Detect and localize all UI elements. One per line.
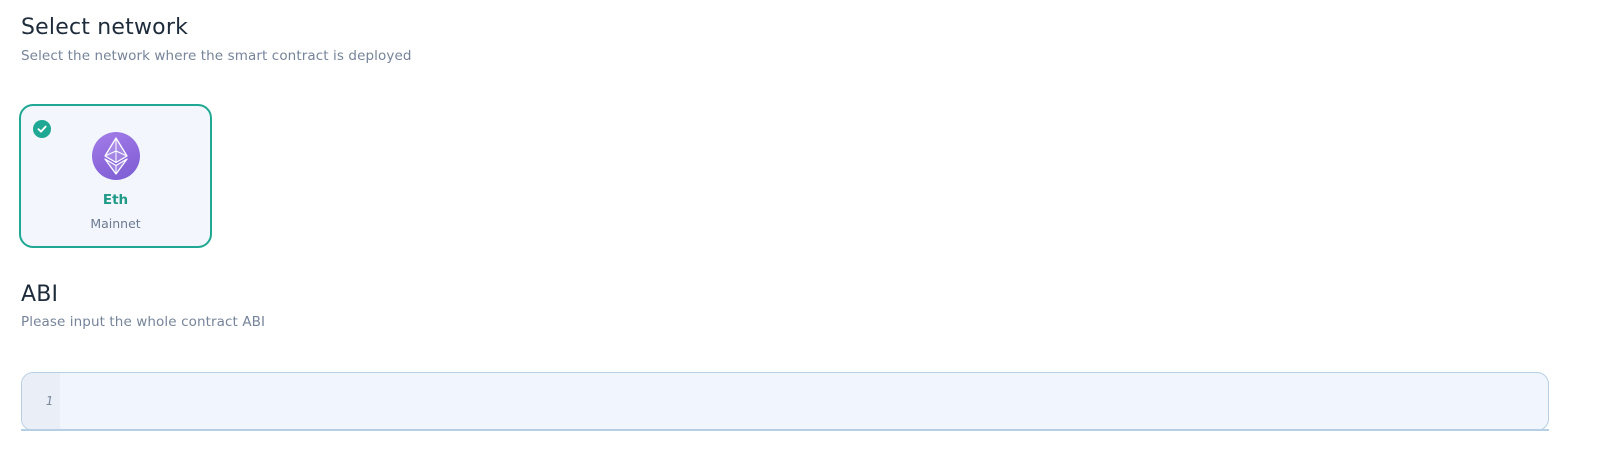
select-network-title: Select network: [21, 15, 189, 40]
select-network-subtitle: Select the network where the smart contr…: [21, 48, 412, 64]
abi-subtitle: Please input the whole contract ABI: [21, 314, 266, 330]
network-name: Eth: [102, 192, 129, 208]
abi-title: ABI: [21, 282, 59, 307]
ethereum-icon: [92, 132, 140, 180]
editor-underline: [21, 429, 1549, 431]
network-type: Mainnet: [90, 216, 141, 231]
check-circle-icon: [33, 120, 51, 138]
network-card-eth-mainnet[interactable]: Eth Mainnet: [19, 104, 212, 248]
line-number-gutter: 1: [22, 373, 60, 430]
line-number: 1: [45, 394, 53, 408]
abi-code-editor[interactable]: 1: [21, 372, 1549, 431]
contract-setup-page: Select network Select the network where …: [0, 0, 1600, 462]
